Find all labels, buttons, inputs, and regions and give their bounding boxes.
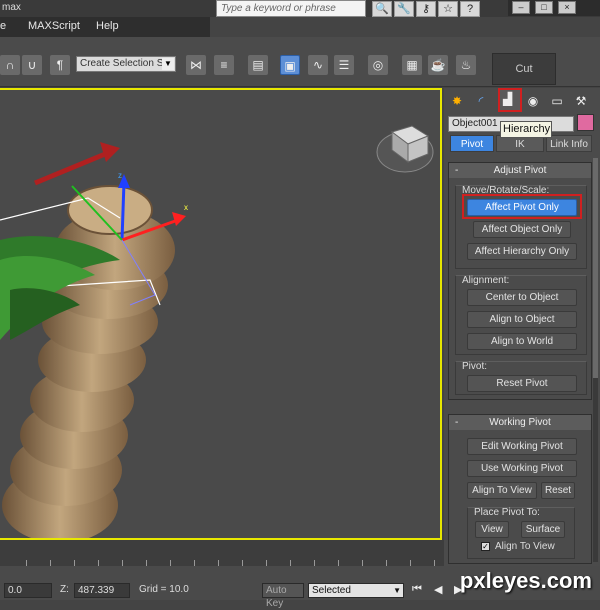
- mirror-icon[interactable]: ⋈: [186, 55, 206, 75]
- working-pivot-header[interactable]: - Working Pivot: [449, 415, 591, 430]
- edit-working-pivot-button[interactable]: Edit Working Pivot: [467, 438, 577, 455]
- auto-key-button[interactable]: Auto Key: [262, 583, 304, 598]
- align-to-view-checkbox[interactable]: ✓: [481, 542, 490, 551]
- tab-link-info[interactable]: Link Info: [546, 135, 592, 152]
- tab-pivot[interactable]: Pivot: [450, 135, 494, 152]
- align-to-world-button[interactable]: Align to World: [467, 333, 577, 350]
- scene-render: x z: [0, 90, 442, 540]
- group-label: Pivot:: [462, 361, 487, 372]
- scrollbar-thumb[interactable]: [593, 158, 598, 378]
- motion-tab-icon[interactable]: ◉: [524, 92, 542, 110]
- align-to-view-button[interactable]: Align To View: [467, 482, 537, 499]
- scene-explorer-icon[interactable]: ▣: [280, 55, 300, 75]
- schematic-view-icon[interactable]: ☰: [334, 55, 354, 75]
- place-view-button[interactable]: View: [475, 521, 509, 538]
- selection-set-dropdown[interactable]: Create Selection Se ▼: [76, 56, 176, 72]
- key-filter-value: Selected: [312, 585, 351, 596]
- group-label: Alignment:: [462, 275, 509, 286]
- link-icon[interactable]: ∩: [0, 55, 20, 75]
- place-surface-button[interactable]: Surface: [521, 521, 565, 538]
- red-arrow: [35, 142, 120, 183]
- perspective-viewport[interactable]: x z: [0, 88, 442, 540]
- maximize-icon[interactable]: □: [535, 1, 553, 14]
- abc-icon[interactable]: ¶: [50, 55, 70, 75]
- selection-set-value: Create Selection Se: [80, 58, 169, 69]
- z-coordinate-field[interactable]: 487.339: [74, 583, 130, 598]
- working-pivot-rollout: - Working Pivot Edit Working Pivot Use W…: [448, 414, 592, 564]
- timeline-ruler[interactable]: [0, 540, 444, 566]
- reset-pivot-button[interactable]: Reset Pivot: [467, 375, 577, 392]
- center-to-object-button[interactable]: Center to Object: [467, 289, 577, 306]
- key-filter-dropdown[interactable]: Selected ▼: [308, 583, 404, 598]
- render-icon[interactable]: ♨: [456, 55, 476, 75]
- adjust-pivot-title: Adjust Pivot: [494, 165, 547, 176]
- hierarchy-tab[interactable]: ▟: [498, 88, 522, 112]
- help-icon[interactable]: ?: [460, 1, 480, 17]
- menu-item-maxscript[interactable]: MAXScript: [28, 20, 80, 32]
- close-icon[interactable]: ×: [558, 1, 576, 14]
- align-icon[interactable]: ≡: [214, 55, 234, 75]
- material-editor-icon[interactable]: ◎: [368, 55, 388, 75]
- working-pivot-title: Working Pivot: [489, 417, 551, 428]
- curve-editor-icon[interactable]: ∿: [308, 55, 328, 75]
- x-coordinate-field[interactable]: 0.0: [4, 583, 52, 598]
- hierarchy-icon: ▟: [503, 92, 512, 106]
- menu-item-help[interactable]: Help: [96, 20, 119, 32]
- group-label: Place Pivot To:: [474, 507, 540, 518]
- utilities-tab-icon[interactable]: ⚒: [572, 92, 590, 110]
- view-cube: [377, 126, 433, 172]
- z-label: Z:: [60, 584, 69, 595]
- magnet-icon[interactable]: ∪: [22, 55, 42, 75]
- use-working-pivot-button[interactable]: Use Working Pivot: [467, 460, 577, 477]
- adjust-pivot-rollout: - Adjust Pivot Move/Rotate/Scale: Affect…: [448, 162, 592, 400]
- previous-frame-icon[interactable]: ◀: [434, 583, 442, 596]
- render-frame-icon[interactable]: ☕: [428, 55, 448, 75]
- display-tab-icon[interactable]: ▭: [548, 92, 566, 110]
- align-to-view-check-label: Align To View: [495, 541, 555, 552]
- affect-hierarchy-only-button[interactable]: Affect Hierarchy Only: [467, 243, 577, 260]
- affect-pivot-only-button[interactable]: Affect Pivot Only: [467, 199, 577, 216]
- adjust-pivot-header[interactable]: - Adjust Pivot: [449, 163, 591, 178]
- grid-size-readout: Grid = 10.0: [136, 583, 218, 598]
- render-setup-icon[interactable]: ▦: [402, 55, 422, 75]
- go-to-start-icon[interactable]: ⏮: [412, 583, 422, 596]
- align-to-object-button[interactable]: Align to Object: [467, 311, 577, 328]
- svg-text:z: z: [118, 171, 122, 180]
- svg-text:x: x: [184, 203, 188, 212]
- reset-working-pivot-button[interactable]: Reset: [541, 482, 575, 499]
- star-icon[interactable]: ☆: [438, 1, 458, 17]
- search-icon[interactable]: 🔍: [372, 1, 392, 17]
- key-icon[interactable]: ⚷: [416, 1, 436, 17]
- create-tab-icon[interactable]: ✸: [448, 92, 466, 110]
- app-title: max: [2, 2, 21, 13]
- chevron-down-icon: ▼: [393, 584, 401, 597]
- window-controls: – □ ×: [508, 0, 600, 16]
- minimize-icon[interactable]: –: [512, 1, 530, 14]
- modify-tab-icon[interactable]: ◜: [472, 92, 490, 110]
- tools-icon[interactable]: 🔧: [394, 1, 414, 17]
- collapse-icon: -: [455, 415, 458, 430]
- chevron-down-icon: ▼: [162, 58, 174, 70]
- object-color-swatch[interactable]: [577, 114, 594, 131]
- search-input[interactable]: Type a keyword or phrase: [216, 0, 366, 17]
- layers-icon[interactable]: ▤: [248, 55, 268, 75]
- affect-object-only-button[interactable]: Affect Object Only: [473, 221, 571, 238]
- cut-button[interactable]: Cut: [492, 53, 556, 85]
- collapse-icon: -: [455, 163, 458, 178]
- menu-item-e[interactable]: e: [0, 20, 6, 32]
- menu-bar: e MAXScript Help: [0, 17, 210, 37]
- command-panel: ✸ ◜ ▟ ◉ ▭ ⚒ Object001 Pivot IK Link Info…: [444, 88, 600, 566]
- watermark: pxleyes.com: [460, 568, 592, 594]
- hierarchy-tooltip: Hierarchy: [500, 121, 552, 138]
